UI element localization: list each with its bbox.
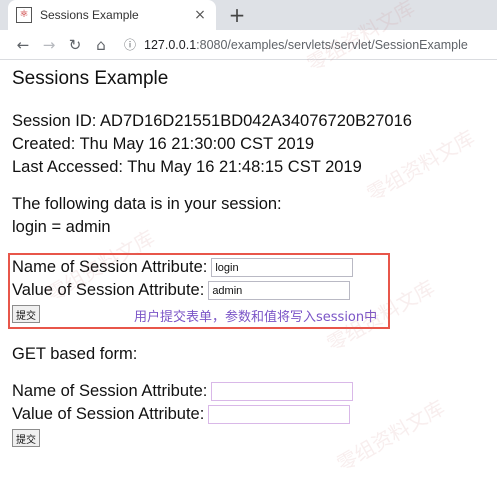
- url-host: 127.0.0.1: [144, 37, 197, 52]
- site-info-icon[interactable]: ⓘ: [124, 36, 136, 53]
- get-attr-value-input[interactable]: [208, 405, 351, 424]
- get-form: Name of Session Attribute: Value of Sess…: [12, 380, 485, 448]
- get-attr-value-label: Value of Session Attribute:: [12, 405, 205, 423]
- close-tab-icon[interactable]: ×: [192, 7, 208, 23]
- get-submit-button[interactable]: 提交: [12, 429, 40, 447]
- attr-name-input[interactable]: [211, 258, 354, 277]
- get-attr-name-input[interactable]: [211, 382, 354, 401]
- forward-arrow-icon[interactable]: →: [36, 33, 62, 57]
- get-form-heading: GET based form:: [12, 345, 138, 363]
- page-favicon-icon: ⚛: [16, 7, 32, 23]
- session-data-entry: login = admin: [12, 218, 111, 236]
- page-content: Sessions Example Session ID: AD7D16D2155…: [0, 67, 497, 448]
- created-text: Created: Thu May 16 21:30:00 CST 2019: [12, 135, 315, 153]
- home-icon[interactable]: ⌂: [88, 33, 114, 57]
- post-form-highlight: Name of Session Attribute: Value of Sess…: [8, 253, 390, 329]
- session-id-text: Session ID: AD7D16D21551BD042A34076720B2…: [12, 112, 412, 130]
- browser-toolbar: ← → ↻ ⌂ ⓘ 127.0.0.1:8080/examples/servle…: [0, 30, 497, 60]
- new-tab-icon[interactable]: +: [226, 4, 248, 26]
- get-attr-name-label: Name of Session Attribute:: [12, 382, 208, 400]
- annotation-text: 用户提交表单，参数和值将写入session中: [134, 310, 378, 325]
- tab-strip: ⚛ Sessions Example × +: [0, 0, 497, 30]
- attr-name-label: Name of Session Attribute:: [12, 258, 208, 276]
- browser-tab[interactable]: ⚛ Sessions Example ×: [8, 0, 216, 30]
- last-accessed-text: Last Accessed: Thu May 16 21:48:15 CST 2…: [12, 158, 362, 176]
- submit-button[interactable]: 提交: [12, 305, 40, 323]
- address-bar[interactable]: ⓘ 127.0.0.1:8080/examples/servlets/servl…: [124, 33, 468, 57]
- page-title: Sessions Example: [12, 68, 169, 89]
- attr-value-label: Value of Session Attribute:: [12, 281, 205, 299]
- url-path: :8080/examples/servlets/servlet/SessionE…: [196, 37, 468, 52]
- reload-icon[interactable]: ↻: [62, 33, 88, 57]
- back-arrow-icon[interactable]: ←: [10, 33, 36, 57]
- session-data-intro: The following data is in your session:: [12, 195, 282, 213]
- tab-title: Sessions Example: [40, 8, 139, 22]
- attr-value-input[interactable]: [208, 281, 351, 300]
